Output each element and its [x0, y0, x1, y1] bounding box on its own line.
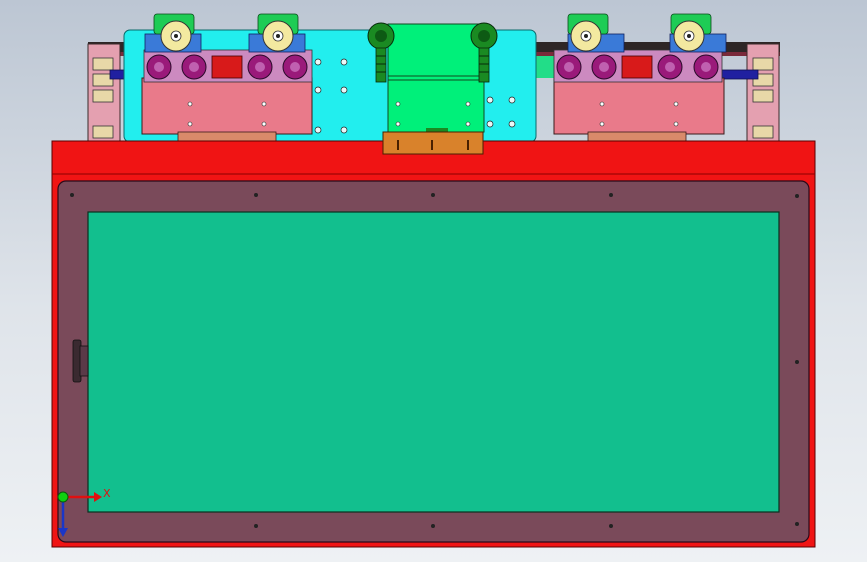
origin-dot [57, 491, 69, 503]
left-red-insert [211, 55, 243, 79]
right-rod-bridge [536, 56, 556, 78]
side-handle[interactable] [72, 339, 89, 383]
left-clamp-knob-1[interactable] [160, 20, 192, 52]
left-clamp-knob-2[interactable] [262, 20, 294, 52]
x-axis-label: X [103, 487, 111, 500]
left-end-block [87, 43, 121, 142]
right-clamp-knob-2[interactable] [673, 20, 705, 52]
green-work-plate[interactable] [87, 211, 780, 513]
center-green-block [387, 23, 485, 133]
left-slide-body [141, 77, 313, 135]
orange-bracket [382, 131, 484, 155]
right-slide-body [553, 77, 725, 135]
right-red-insert [621, 55, 653, 79]
left-slide-lower [177, 131, 277, 142]
model-view[interactable] [0, 0, 867, 562]
right-end-block [746, 43, 780, 142]
cad-viewport[interactable]: X [0, 0, 867, 562]
right-slide-lower [587, 131, 687, 142]
center-block-assembly [387, 23, 485, 134]
right-clamp-knob-1[interactable] [570, 20, 602, 52]
